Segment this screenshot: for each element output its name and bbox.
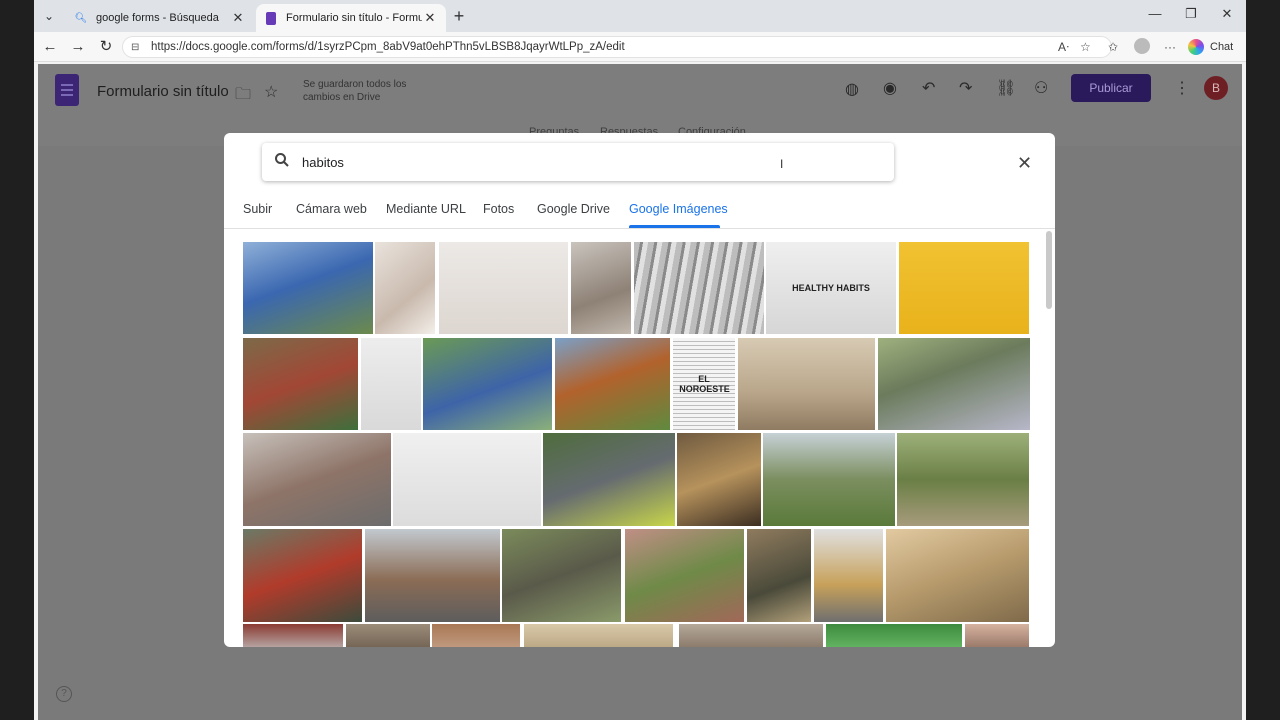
image-result[interactable] xyxy=(393,433,541,526)
image-result[interactable] xyxy=(432,624,520,647)
read-aloud-icon[interactable]: Aᐧ xyxy=(1058,40,1069,54)
reload-button[interactable]: ↻ xyxy=(96,38,116,56)
image-result[interactable] xyxy=(375,242,435,334)
tab-list-button[interactable]: ⌄ xyxy=(38,6,60,26)
image-result[interactable] xyxy=(243,242,373,334)
tab-by-url[interactable]: Mediante URL xyxy=(386,202,466,216)
forward-button[interactable]: → xyxy=(68,38,88,56)
link-icon[interactable]: ⛓︎ xyxy=(996,78,1016,98)
forms-logo-icon[interactable] xyxy=(55,74,79,106)
image-result[interactable] xyxy=(243,529,362,622)
image-result[interactable] xyxy=(571,242,631,334)
favorites-icon[interactable]: ✩ xyxy=(1108,40,1118,54)
chat-label: Chat xyxy=(1210,41,1234,53)
redo-icon[interactable]: ↷ xyxy=(959,78,972,98)
image-result[interactable] xyxy=(243,433,391,526)
search-icon xyxy=(262,152,302,173)
results-scrollbar[interactable] xyxy=(1046,231,1052,309)
account-avatar[interactable]: B xyxy=(1204,76,1228,100)
close-dialog-icon[interactable]: ✕ xyxy=(1017,153,1032,174)
image-result[interactable] xyxy=(243,624,343,647)
dialog-tabs: Subir Cámara web Mediante URL Fotos Goog… xyxy=(224,191,1055,229)
favorite-star-icon[interactable]: ☆ xyxy=(1080,40,1091,54)
palette-icon[interactable]: ◍ xyxy=(845,79,859,99)
image-result-text: EL NOROESTE xyxy=(679,374,730,394)
copilot-icon xyxy=(1188,39,1204,55)
new-tab-button[interactable]: + xyxy=(448,6,470,26)
image-search-box xyxy=(262,143,894,181)
image-result[interactable] xyxy=(738,338,875,430)
address-bar-row: ← → ↻ ⊟ https://docs.google.com/forms/d/… xyxy=(34,32,1246,62)
form-title[interactable]: Formulario sin título xyxy=(97,83,229,100)
tab-google-images[interactable]: Google Imágenes xyxy=(629,202,728,216)
undo-icon[interactable]: ↶ xyxy=(922,78,935,98)
copilot-chat-button[interactable]: Chat xyxy=(1188,36,1244,58)
forms-favicon-icon xyxy=(264,11,278,25)
image-result[interactable] xyxy=(543,433,675,526)
publish-button[interactable]: Publicar xyxy=(1071,74,1151,102)
url-text: https://docs.google.com/forms/d/1syrzPCp… xyxy=(151,41,625,53)
text-cursor-icon: I xyxy=(780,157,784,171)
site-info-icon[interactable]: ⊟ xyxy=(131,42,145,53)
image-result[interactable] xyxy=(423,338,552,430)
image-result[interactable] xyxy=(677,433,761,526)
tab-upload[interactable]: Subir xyxy=(243,202,272,216)
tab-google-drive[interactable]: Google Drive xyxy=(537,202,610,216)
tab-google-search[interactable]: 🔍︎ google forms - Búsqueda ✕ xyxy=(66,4,254,32)
image-result[interactable] xyxy=(679,624,823,647)
image-results-grid: HEALTHY HABITS EL NOROESTE xyxy=(224,230,1055,647)
active-tab-indicator xyxy=(629,225,720,228)
restore-button[interactable]: ❐ xyxy=(1176,6,1206,22)
folder-icon[interactable]: 🗀︎ xyxy=(235,83,251,110)
image-result[interactable] xyxy=(439,242,568,334)
image-result[interactable] xyxy=(878,338,1030,430)
image-result[interactable] xyxy=(826,624,962,647)
image-result[interactable] xyxy=(747,529,811,622)
tab-strip: ⌄ 🔍︎ google forms - Búsqueda ✕ Formulari… xyxy=(34,0,1246,32)
close-window-button[interactable]: ✕ xyxy=(1212,6,1242,22)
image-result[interactable] xyxy=(243,338,358,430)
image-result[interactable]: HEALTHY HABITS xyxy=(766,242,896,334)
image-result[interactable] xyxy=(361,338,421,430)
image-result[interactable] xyxy=(502,529,621,622)
tab-title: google forms - Búsqueda xyxy=(96,12,219,24)
minimize-button[interactable]: — xyxy=(1140,6,1170,21)
image-search-input[interactable] xyxy=(302,154,822,170)
preview-eye-icon[interactable]: ◉ xyxy=(883,78,897,98)
image-result[interactable] xyxy=(886,529,1029,622)
add-collaborator-icon[interactable]: ⚇ xyxy=(1034,78,1048,98)
tab-title: Formulario sin título - Formularios xyxy=(286,12,422,24)
image-result[interactable] xyxy=(814,529,883,622)
image-result[interactable] xyxy=(365,529,500,622)
tab-webcam[interactable]: Cámara web xyxy=(296,202,367,216)
image-result[interactable] xyxy=(763,433,895,526)
tab-google-forms[interactable]: Formulario sin título - Formularios ✕ xyxy=(256,4,446,32)
profile-icon[interactable] xyxy=(1134,38,1150,54)
save-status: Se guardaron todos los cambios en Drive xyxy=(303,79,407,103)
image-result[interactable] xyxy=(524,624,673,647)
close-tab-icon[interactable]: ✕ xyxy=(230,10,246,26)
tab-photos[interactable]: Fotos xyxy=(483,202,514,216)
more-options-icon[interactable]: ⋮ xyxy=(1174,78,1190,98)
star-icon[interactable]: ☆ xyxy=(264,82,278,102)
insert-image-dialog: I ✕ Subir Cámara web Mediante URL Fotos … xyxy=(224,133,1055,647)
url-field[interactable]: ⊟ https://docs.google.com/forms/d/1syrzP… xyxy=(122,36,1112,58)
image-result[interactable] xyxy=(634,242,764,334)
image-result[interactable] xyxy=(625,529,744,622)
back-button[interactable]: ← xyxy=(40,38,60,56)
image-result-text: HEALTHY HABITS xyxy=(792,283,870,293)
close-tab-icon[interactable]: ✕ xyxy=(422,10,438,26)
image-result[interactable] xyxy=(555,338,670,430)
more-menu-icon[interactable]: ··· xyxy=(1164,40,1176,54)
help-icon[interactable]: ? xyxy=(56,686,72,702)
image-result[interactable] xyxy=(346,624,430,647)
image-result[interactable] xyxy=(965,624,1029,647)
search-favicon-icon: 🔍︎ xyxy=(74,12,88,24)
image-result[interactable] xyxy=(897,433,1029,526)
image-result[interactable] xyxy=(899,242,1029,334)
image-result[interactable]: EL NOROESTE xyxy=(673,338,735,430)
